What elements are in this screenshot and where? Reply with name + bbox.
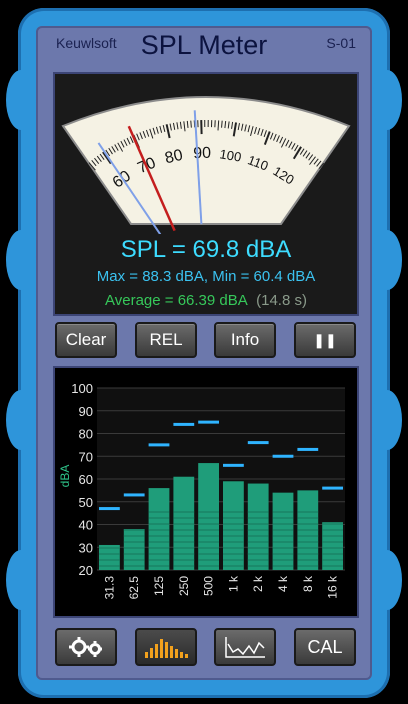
gauge-tick — [217, 120, 220, 131]
duration-value: (14.8 s) — [256, 292, 307, 309]
trace-icon — [225, 636, 265, 658]
frame-grip — [6, 550, 36, 610]
cal-button[interactable]: CAL — [294, 628, 356, 666]
peak-hold-marker — [198, 420, 219, 424]
max-min-reading: Max = 88.3 dBA, Min = 60.4 dBA — [96, 268, 316, 285]
spectrum-panel: 100 90 80 70 60 50 40 30 20 dBA 31.3 62.5 125 250 500 1… — [53, 366, 359, 618]
gauge-tick — [221, 120, 223, 128]
x-tick-label: 125 — [152, 576, 166, 596]
peak-hold-marker — [223, 463, 244, 467]
gears-icon — [69, 636, 102, 657]
peak-hold-marker — [148, 443, 170, 447]
model-label: S-01 — [326, 35, 356, 51]
spectrum-bar — [322, 522, 343, 570]
gauge-scale-label: 90 — [193, 145, 211, 162]
spectrum-bar — [247, 483, 269, 570]
pause-button[interactable]: ❚❚ — [294, 322, 356, 358]
gauge-tick — [190, 120, 192, 128]
frame-grip — [372, 230, 402, 290]
peak-hold-marker — [322, 486, 343, 490]
y-axis-label: dBA — [58, 465, 72, 488]
average-reading: Average = 66.39 dBA (14.8 s) — [55, 292, 357, 309]
frame-grip — [372, 550, 402, 610]
y-tick-label: 40 — [79, 518, 93, 533]
peak-hold-marker — [272, 454, 294, 458]
trace-view-button[interactable] — [214, 628, 276, 666]
peak-hold-marker — [247, 441, 269, 445]
rel-button[interactable]: REL — [135, 322, 197, 358]
frame-grip — [372, 70, 402, 130]
peak-hold-marker — [123, 493, 145, 497]
x-tick-label: 2 k — [251, 575, 265, 592]
spectrum-bar — [272, 492, 294, 570]
x-tick-label: 16 k — [326, 575, 340, 599]
peak-hold-marker — [297, 447, 319, 451]
y-tick-label: 100 — [71, 381, 93, 396]
spectrum-bar — [148, 488, 170, 570]
clear-button[interactable]: Clear — [55, 322, 117, 358]
y-tick-label: 90 — [79, 404, 93, 419]
x-tick-label: 62.5 — [127, 576, 141, 600]
x-tick-label: 8 k — [301, 575, 315, 592]
spl-reading: SPL = 69.8 dBA — [120, 236, 292, 263]
x-tick-label: 31.3 — [102, 576, 116, 600]
y-tick-label: 50 — [79, 495, 93, 510]
y-tick-label: 80 — [79, 427, 93, 442]
x-tick-label: 1 k — [226, 575, 240, 592]
octave-band-chart: 100 90 80 70 60 50 40 30 20 dBA 31.3 62.5 125 250 500 1… — [58, 381, 345, 600]
spectrum-view-button[interactable] — [135, 628, 197, 666]
y-tick-label: 60 — [79, 472, 93, 487]
y-tick-label: 70 — [79, 449, 93, 464]
frame-grip — [6, 390, 36, 450]
spectrum-bar — [123, 529, 145, 570]
meter-panel: 60708090100110120 SPL = 69.8 dBA Max = 8… — [53, 72, 359, 316]
y-tick-label: 30 — [79, 540, 93, 555]
analog-gauge: 60708090100110120 — [61, 96, 351, 234]
average-value: Average = 66.39 dBA — [105, 292, 248, 309]
spectrum-bar — [223, 481, 244, 570]
frame-grip — [6, 70, 36, 130]
peak-hold-marker — [173, 422, 195, 426]
bars-icon — [145, 638, 188, 658]
y-tick-label: 20 — [79, 563, 93, 578]
frame-grip — [6, 230, 36, 290]
spectrum-bar — [173, 476, 195, 570]
settings-button[interactable] — [55, 628, 117, 666]
info-button[interactable]: Info — [214, 322, 276, 358]
peak-hold-marker — [99, 507, 120, 511]
x-tick-label: 500 — [202, 576, 216, 596]
x-tick-label: 4 k — [276, 575, 290, 592]
x-tick-label: 250 — [177, 576, 191, 596]
frame-grip — [372, 390, 402, 450]
